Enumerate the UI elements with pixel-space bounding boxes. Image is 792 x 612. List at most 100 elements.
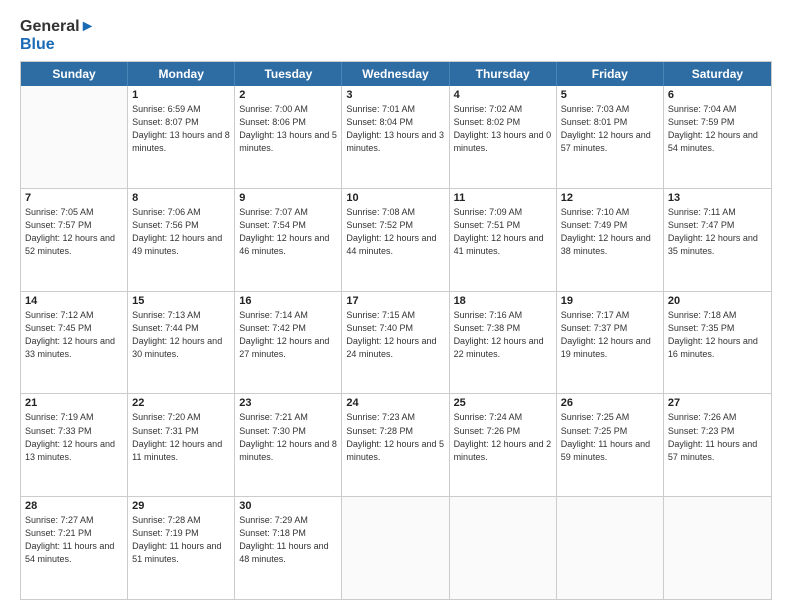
day-number: 25 — [454, 397, 552, 409]
calendar-cell: 29Sunrise: 7:28 AMSunset: 7:19 PMDayligh… — [128, 497, 235, 599]
calendar-cell: 30Sunrise: 7:29 AMSunset: 7:18 PMDayligh… — [235, 497, 342, 599]
day-number: 7 — [25, 192, 123, 204]
calendar-cell: 27Sunrise: 7:26 AMSunset: 7:23 PMDayligh… — [664, 394, 771, 496]
day-number: 14 — [25, 295, 123, 307]
calendar-cell: 18Sunrise: 7:16 AMSunset: 7:38 PMDayligh… — [450, 292, 557, 394]
day-number: 10 — [346, 192, 444, 204]
day-info: Sunrise: 7:13 AM — [132, 309, 230, 322]
calendar-cell: 15Sunrise: 7:13 AMSunset: 7:44 PMDayligh… — [128, 292, 235, 394]
day-info: Sunset: 7:25 PM — [561, 425, 659, 438]
calendar-cell — [557, 497, 664, 599]
day-info: Daylight: 12 hours and 24 minutes. — [346, 335, 444, 361]
day-number: 5 — [561, 89, 659, 101]
day-info: Sunset: 7:28 PM — [346, 425, 444, 438]
day-info: Sunset: 7:38 PM — [454, 322, 552, 335]
weekday-header: Wednesday — [342, 62, 449, 86]
day-number: 27 — [668, 397, 767, 409]
day-number: 11 — [454, 192, 552, 204]
day-info: Daylight: 12 hours and 52 minutes. — [25, 232, 123, 258]
calendar-cell: 17Sunrise: 7:15 AMSunset: 7:40 PMDayligh… — [342, 292, 449, 394]
day-info: Daylight: 13 hours and 3 minutes. — [346, 129, 444, 155]
calendar-row: 7Sunrise: 7:05 AMSunset: 7:57 PMDaylight… — [21, 188, 771, 291]
day-number: 21 — [25, 397, 123, 409]
day-number: 19 — [561, 295, 659, 307]
day-info: Sunrise: 7:14 AM — [239, 309, 337, 322]
day-info: Sunrise: 7:17 AM — [561, 309, 659, 322]
day-number: 17 — [346, 295, 444, 307]
calendar-cell: 20Sunrise: 7:18 AMSunset: 7:35 PMDayligh… — [664, 292, 771, 394]
day-info: Daylight: 12 hours and 44 minutes. — [346, 232, 444, 258]
day-info: Sunset: 8:01 PM — [561, 116, 659, 129]
day-info: Daylight: 12 hours and 5 minutes. — [346, 438, 444, 464]
day-number: 22 — [132, 397, 230, 409]
day-info: Daylight: 11 hours and 48 minutes. — [239, 540, 337, 566]
calendar-cell — [450, 497, 557, 599]
calendar-cell: 13Sunrise: 7:11 AMSunset: 7:47 PMDayligh… — [664, 189, 771, 291]
day-info: Daylight: 12 hours and 8 minutes. — [239, 438, 337, 464]
calendar-cell: 26Sunrise: 7:25 AMSunset: 7:25 PMDayligh… — [557, 394, 664, 496]
weekday-header: Tuesday — [235, 62, 342, 86]
logo: General► Blue — [20, 18, 95, 53]
weekday-header: Saturday — [664, 62, 771, 86]
day-info: Sunset: 7:52 PM — [346, 219, 444, 232]
calendar-cell: 24Sunrise: 7:23 AMSunset: 7:28 PMDayligh… — [342, 394, 449, 496]
calendar-cell: 5Sunrise: 7:03 AMSunset: 8:01 PMDaylight… — [557, 86, 664, 188]
day-number: 26 — [561, 397, 659, 409]
day-info: Sunrise: 7:18 AM — [668, 309, 767, 322]
day-number: 18 — [454, 295, 552, 307]
day-info: Daylight: 12 hours and 33 minutes. — [25, 335, 123, 361]
day-info: Sunset: 7:44 PM — [132, 322, 230, 335]
day-info: Daylight: 12 hours and 41 minutes. — [454, 232, 552, 258]
day-info: Sunrise: 7:09 AM — [454, 206, 552, 219]
day-info: Sunrise: 7:28 AM — [132, 514, 230, 527]
calendar-cell: 28Sunrise: 7:27 AMSunset: 7:21 PMDayligh… — [21, 497, 128, 599]
day-info: Daylight: 12 hours and 38 minutes. — [561, 232, 659, 258]
day-number: 13 — [668, 192, 767, 204]
day-info: Sunrise: 7:04 AM — [668, 103, 767, 116]
day-info: Sunset: 7:49 PM — [561, 219, 659, 232]
day-info: Sunset: 7:42 PM — [239, 322, 337, 335]
header: General► Blue — [20, 18, 772, 53]
day-info: Daylight: 12 hours and 57 minutes. — [561, 129, 659, 155]
calendar-cell: 11 Sunrise: 7:09 AMSunset: 7:51 PMDayligh… — [450, 189, 557, 291]
calendar-cell: 9Sunrise: 7:07 AMSunset: 7:54 PMDaylight… — [235, 189, 342, 291]
day-number: 16 — [239, 295, 337, 307]
day-number: 2 — [239, 89, 337, 101]
day-info: Sunset: 7:31 PM — [132, 425, 230, 438]
calendar-cell: 23Sunrise: 7:21 AMSunset: 7:30 PMDayligh… — [235, 394, 342, 496]
day-info: Sunset: 7:21 PM — [25, 527, 123, 540]
calendar-cell — [21, 86, 128, 188]
calendar-cell: 2Sunrise: 7:00 AMSunset: 8:06 PMDaylight… — [235, 86, 342, 188]
day-info: Daylight: 12 hours and 54 minutes. — [668, 129, 767, 155]
day-number: 8 — [132, 192, 230, 204]
calendar-cell: 1Sunrise: 6:59 AMSunset: 8:07 PMDaylight… — [128, 86, 235, 188]
day-info: Sunset: 8:06 PM — [239, 116, 337, 129]
day-info: Sunset: 7:45 PM — [25, 322, 123, 335]
calendar-row: 21Sunrise: 7:19 AMSunset: 7:33 PMDayligh… — [21, 393, 771, 496]
day-info: Sunrise: 7:06 AM — [132, 206, 230, 219]
day-info: Sunset: 7:30 PM — [239, 425, 337, 438]
day-number: 9 — [239, 192, 337, 204]
day-info: Sunrise: 7:24 AM — [454, 411, 552, 424]
logo-text: General► Blue — [20, 18, 95, 53]
day-number: 12 — [561, 192, 659, 204]
day-info: Sunrise: 7:29 AM — [239, 514, 337, 527]
calendar-cell: 19Sunrise: 7:17 AMSunset: 7:37 PMDayligh… — [557, 292, 664, 394]
calendar-cell: 12 Sunrise: 7:10 AMSunset: 7:49 PMDayligh… — [557, 189, 664, 291]
calendar-cell: 22Sunrise: 7:20 AMSunset: 7:31 PMDayligh… — [128, 394, 235, 496]
day-info: Daylight: 13 hours and 8 minutes. — [132, 129, 230, 155]
weekday-header: Friday — [557, 62, 664, 86]
day-info: Sunrise: 7:07 AM — [239, 206, 337, 219]
day-info: Daylight: 12 hours and 2 minutes. — [454, 438, 552, 464]
day-info: Sunset: 7:57 PM — [25, 219, 123, 232]
weekday-header: Thursday — [450, 62, 557, 86]
day-info: Sunrise: 7:12 AM — [25, 309, 123, 322]
day-info: Sunrise: 7:20 AM — [132, 411, 230, 424]
calendar-cell: 8Sunrise: 7:06 AMSunset: 7:56 PMDaylight… — [128, 189, 235, 291]
day-info: Sunset: 7:33 PM — [25, 425, 123, 438]
day-info: Sunset: 7:51 PM — [454, 219, 552, 232]
day-number: 20 — [668, 295, 767, 307]
day-info: Sunrise: 7:00 AM — [239, 103, 337, 116]
day-info: Daylight: 12 hours and 16 minutes. — [668, 335, 767, 361]
day-info: Sunrise: 7:10 AM — [561, 206, 659, 219]
